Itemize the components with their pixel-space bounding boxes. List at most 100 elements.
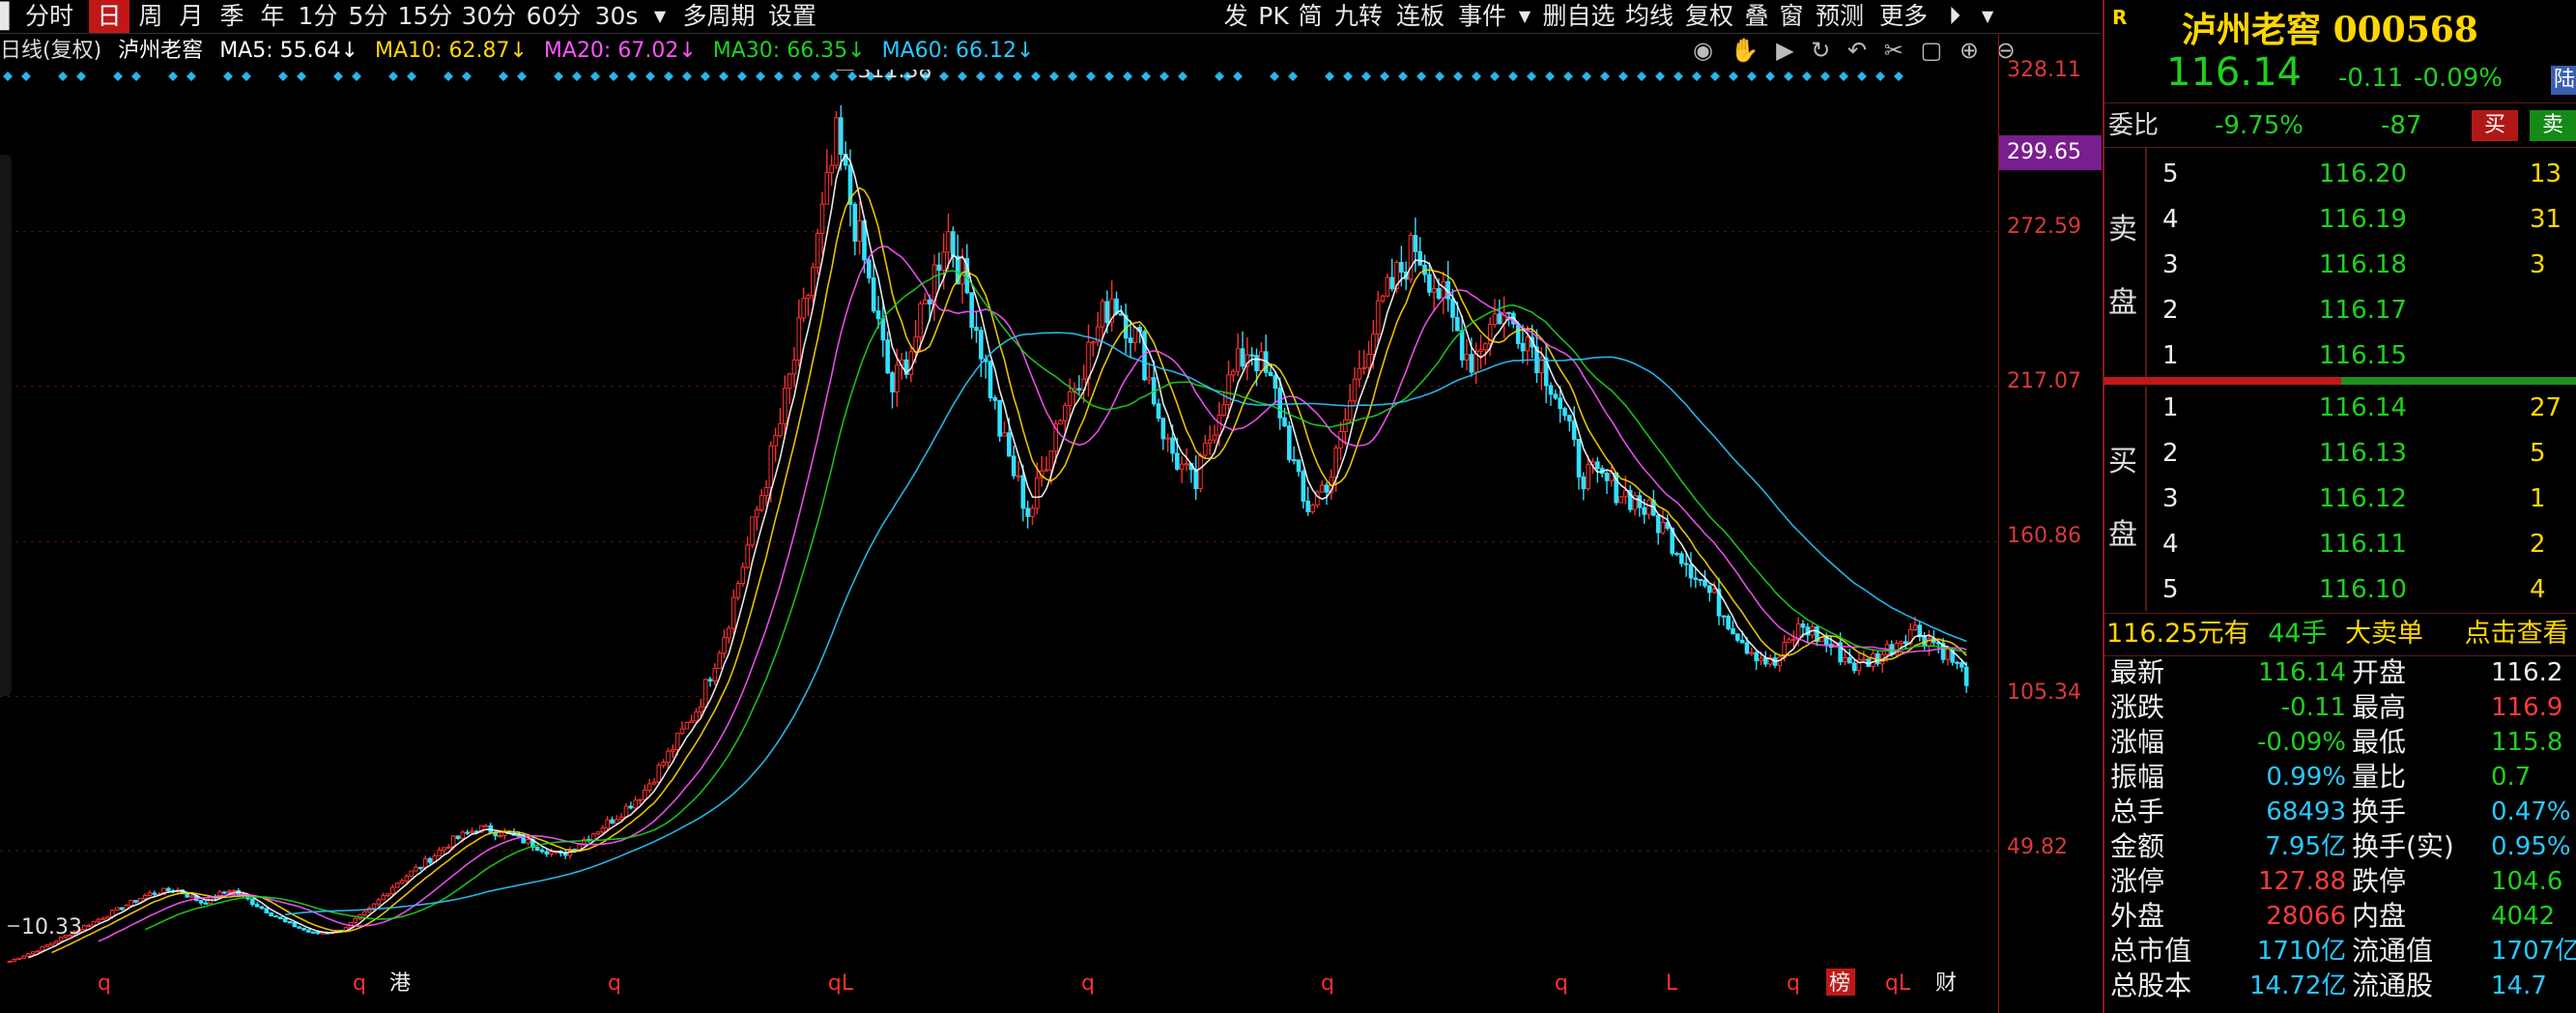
event-diamond-icon (1747, 72, 1757, 81)
more-dropdown-icon[interactable]: ▼ (1975, 0, 2000, 33)
tool-ma[interactable]: 均线 (1621, 0, 1677, 33)
tab-quarterly[interactable]: 季 (213, 0, 251, 33)
zoom-in-icon[interactable]: ⊕ (1960, 37, 1979, 64)
tool-fa[interactable]: 发 (1219, 0, 1252, 33)
candle-body (539, 850, 545, 853)
candle-body (1310, 505, 1315, 512)
candle-body (572, 849, 578, 852)
candle-body (1478, 349, 1483, 352)
kline-chart[interactable]: 311.3810.33q q 港 q qL q q q Lq 榜 qL 财 (0, 70, 1998, 998)
event-diamond-icon (297, 72, 306, 81)
candle-body (1184, 463, 1189, 466)
tab-fenshi[interactable]: 分时 (12, 0, 87, 33)
candle-body (1324, 484, 1330, 493)
refresh-icon[interactable]: ↻ (1811, 37, 1830, 64)
candle-body (1571, 420, 1577, 441)
big-sell-banner[interactable]: 116.25元有 44手 大卖单 点击查看 (2106, 613, 2569, 655)
tool-pk[interactable]: PK (1256, 0, 1291, 33)
candle-body (834, 117, 839, 166)
left-edge-handle[interactable] (0, 155, 12, 696)
candle-body (399, 880, 405, 884)
settings-button[interactable]: 设置 (763, 0, 821, 33)
lu-badge[interactable]: 陆 (2551, 66, 2576, 95)
bid-volume: 4 (2530, 575, 2546, 604)
weicha-value: -87 (2381, 111, 2422, 140)
tool-more[interactable]: 更多 (1875, 0, 1932, 33)
candle-body (1291, 459, 1297, 462)
tool-jiuzhuan[interactable]: 九转 (1330, 0, 1388, 33)
candle-body (1515, 323, 1521, 344)
candle-body (1618, 496, 1623, 504)
buy-button[interactable]: 买 (2472, 110, 2518, 141)
candle-body (1483, 343, 1488, 351)
candle-body (287, 921, 293, 924)
candle-body (427, 857, 433, 863)
multi-period-button[interactable]: 多周期 (678, 0, 759, 33)
candle-body (1548, 385, 1554, 395)
candle-body (1604, 473, 1610, 481)
event-diamond-icon (1710, 72, 1720, 81)
candle-body (908, 351, 914, 375)
candle-body (1296, 459, 1302, 473)
candle-body (549, 851, 554, 854)
candle-body (1674, 553, 1679, 556)
sell-button[interactable]: 卖 (2530, 110, 2576, 141)
candle-body (390, 886, 395, 895)
tool-window[interactable]: 窗 (1776, 0, 1807, 33)
tab-monthly[interactable]: 月 (172, 0, 211, 33)
event-diamond-icon (1361, 72, 1371, 81)
candle-body (133, 900, 138, 903)
candle-body (633, 799, 638, 809)
tab-weekly[interactable]: 周 (131, 0, 170, 33)
candle-body (1305, 500, 1310, 512)
event-marker: q (1555, 971, 1568, 996)
candle-body (595, 831, 601, 835)
period-dropdown-icon[interactable]: ▼ (647, 0, 673, 33)
candle-body (1160, 418, 1166, 440)
candle-body (1212, 434, 1217, 441)
candle-body (1100, 301, 1105, 328)
candle-body (1333, 448, 1338, 478)
tool-forecast[interactable]: 预测 (1811, 0, 1869, 33)
big-sell-view-link[interactable]: 点击查看 (2465, 619, 2569, 649)
event-marker: q (353, 971, 366, 996)
tool-adjust[interactable]: 复权 (1681, 0, 1737, 33)
collapse-panel-icon[interactable]: ⏵ (1938, 0, 1971, 33)
candle-body (880, 318, 886, 341)
tool-overlay[interactable]: 叠 (1741, 0, 1772, 33)
events-dropdown-icon[interactable]: ▼ (1513, 0, 1536, 33)
event-marker: q (98, 971, 111, 996)
tab-30s[interactable]: 30s (589, 0, 644, 33)
undo-icon[interactable]: ↶ (1847, 37, 1867, 64)
candle-body (264, 908, 270, 913)
tab-1min[interactable]: 1分 (294, 0, 342, 33)
tab-30min[interactable]: 30分 (458, 0, 520, 33)
hand-icon[interactable]: ✋ (1731, 37, 1760, 64)
tool-jian[interactable]: 简 (1295, 0, 1326, 33)
candle-body (404, 876, 410, 882)
stat-value: 116.2 (2491, 658, 2563, 687)
candle-body (1156, 403, 1161, 420)
tool-remove-watchlist[interactable]: 删自选 (1540, 0, 1617, 33)
tool-events[interactable]: 事件 (1453, 0, 1511, 33)
weibi-label: 委比 (2108, 111, 2160, 140)
sell-volume-bar (2104, 377, 2341, 385)
tab-15min[interactable]: 15分 (394, 0, 456, 33)
tab-60min[interactable]: 60分 (522, 0, 586, 33)
candle-body (1520, 342, 1526, 352)
tool-lianban[interactable]: 连板 (1391, 0, 1449, 33)
event-diamond-icon (444, 72, 453, 81)
candle-body (129, 900, 133, 907)
eye-icon[interactable]: ◉ (1693, 37, 1713, 64)
event-diamond-icon (554, 72, 563, 81)
stat-value: -0.11 (2280, 693, 2346, 722)
lock-icon[interactable]: ▢ (1920, 37, 1942, 64)
play-icon[interactable]: ▶ (1776, 37, 1793, 64)
candle-body (105, 915, 110, 919)
candle-body (1132, 327, 1138, 343)
tab-daily[interactable]: 日 (89, 0, 129, 33)
tab-5min[interactable]: 5分 (344, 0, 392, 33)
tab-yearly[interactable]: 年 (253, 0, 292, 33)
scissors-icon[interactable]: ✂ (1884, 37, 1903, 64)
big-sell-price: 116.25元有 (2106, 619, 2250, 649)
